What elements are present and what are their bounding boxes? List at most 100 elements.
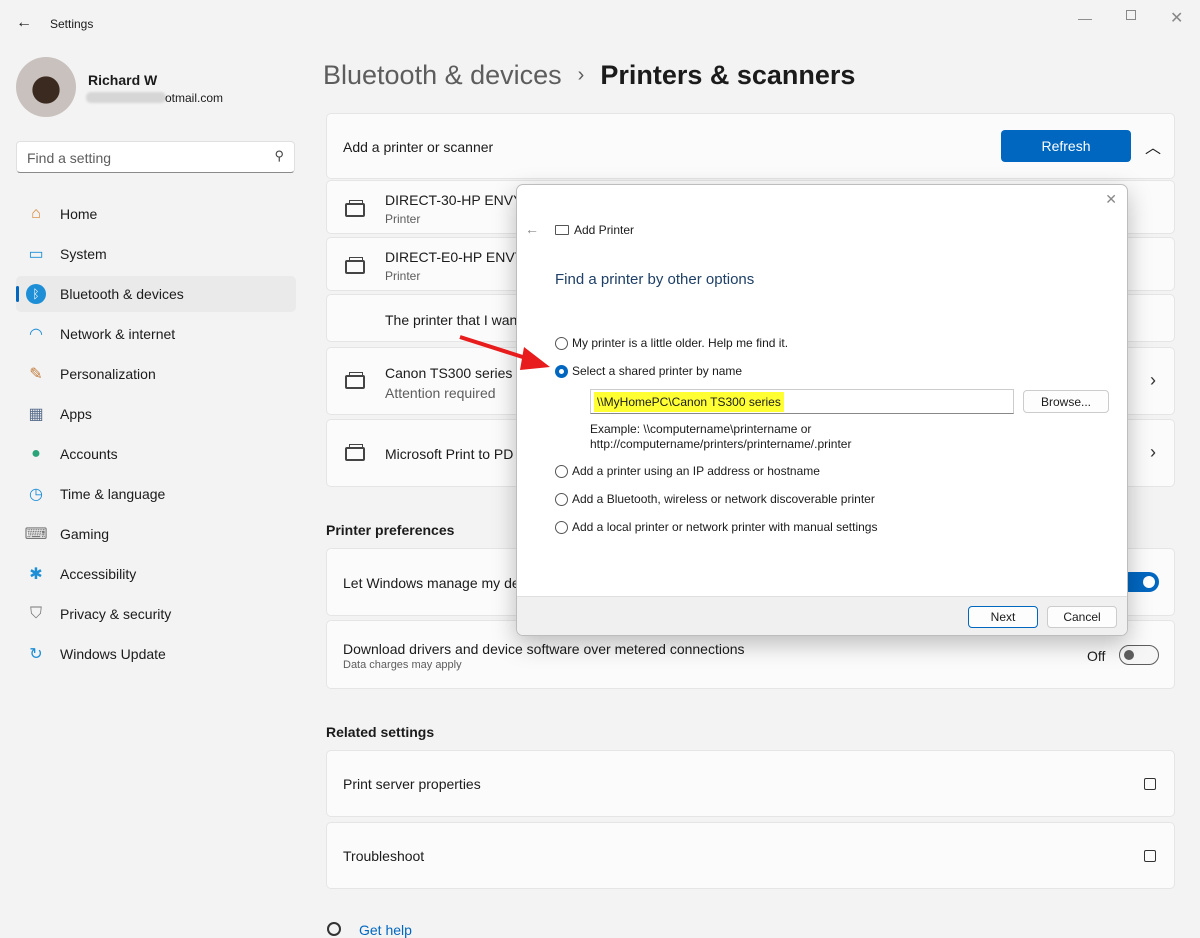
dialog-heading: Find a printer by other options: [555, 271, 755, 288]
printer-name: DIRECT-30-HP ENVY: [385, 192, 523, 208]
sidebar-item-label: Privacy & security: [60, 606, 172, 622]
chevron-right-icon: ›: [1150, 442, 1156, 462]
dialog-back-icon[interactable]: ←: [525, 221, 539, 237]
printer-icon: [345, 444, 365, 461]
close-icon[interactable]: ✕: [1170, 8, 1183, 28]
sidebar-item-label: Bluetooth & devices: [60, 286, 184, 302]
bluetooth-icon: ᛒ: [26, 284, 46, 304]
sidebar-item-home[interactable]: ⌂ Home: [16, 196, 296, 232]
sidebar-item-label: Time & language: [60, 486, 166, 502]
option-shared-printer[interactable]: Select a shared printer by name: [555, 364, 742, 378]
sidebar-item-network-internet[interactable]: ◠ Network & internet: [16, 316, 296, 352]
troubleshoot-link[interactable]: Troubleshoot: [326, 822, 1175, 889]
sidebar-item-bluetooth-devices[interactable]: ᛒ Bluetooth & devices: [16, 276, 296, 312]
email-redaction: [86, 92, 166, 103]
wifi-icon: ◠: [29, 326, 43, 343]
sidebar-item-label: Gaming: [60, 526, 110, 542]
title-bar: ← Settings — ✕: [0, 0, 1200, 48]
sidebar-item-system[interactable]: ▭ System: [16, 236, 296, 272]
clock-icon: ◷: [29, 486, 43, 503]
printer-icon: [345, 200, 365, 217]
sidebar-item-accounts[interactable]: ● Accounts: [16, 436, 296, 472]
window-title: Settings: [50, 17, 94, 31]
breadcrumb-separator: ›: [577, 64, 585, 86]
sidebar-item-time-language[interactable]: ◷ Time & language: [16, 476, 296, 512]
accessibility-icon: ✱: [29, 566, 43, 583]
radio-button[interactable]: [555, 464, 568, 478]
printer-name: DIRECT-E0-HP ENVY: [385, 249, 524, 265]
metered-label: Download drivers and device software ove…: [343, 641, 745, 657]
option-discoverable[interactable]: Add a Bluetooth, wireless or network dis…: [555, 492, 875, 506]
back-icon[interactable]: ←: [16, 14, 32, 32]
sidebar-item-personalization[interactable]: ✎ Personalization: [16, 356, 296, 392]
minimize-icon[interactable]: —: [1078, 10, 1092, 26]
system-icon: ▭: [28, 246, 44, 263]
printer-icon: [345, 257, 365, 274]
user-email: otmail.com: [165, 91, 224, 105]
dialog-footer: Next Cancel: [517, 596, 1127, 635]
manage-default-label: Let Windows manage my de: [343, 575, 520, 591]
example-text: http://computername/printers/printername…: [590, 437, 852, 451]
option-label: Add a printer using an IP address or hos…: [572, 464, 820, 478]
shield-icon: ⛉: [29, 605, 42, 622]
sidebar-item-label: Windows Update: [60, 646, 166, 662]
option-label: Add a local printer or network printer w…: [572, 520, 878, 534]
print-server-properties-link[interactable]: Print server properties: [326, 750, 1175, 817]
gamepad-icon: ⌨: [24, 526, 48, 543]
next-button[interactable]: Next: [968, 606, 1038, 628]
option-label: Select a shared printer by name: [572, 364, 743, 378]
metered-toggle[interactable]: [1119, 645, 1159, 665]
user-name: Richard W: [88, 72, 158, 88]
shared-printer-input[interactable]: \\MyHomePC\Canon TS300 series: [590, 389, 1014, 414]
external-link-icon: [1144, 850, 1156, 862]
sidebar-item-apps[interactable]: ▦ Apps: [16, 396, 296, 432]
printer-status: Attention required: [385, 385, 496, 401]
avatar[interactable]: [16, 57, 76, 117]
metered-sub: Data charges may apply: [343, 659, 462, 671]
print-server-label: Print server properties: [343, 776, 481, 792]
accounts-icon: ●: [31, 445, 41, 462]
sidebar-item-label: Personalization: [60, 366, 156, 382]
dialog-close-icon[interactable]: ✕: [1105, 191, 1117, 208]
brush-icon: ✎: [29, 366, 43, 383]
sidebar-item-accessibility[interactable]: ✱ Accessibility: [16, 556, 296, 592]
sidebar-item-gaming[interactable]: ⌨ Gaming: [16, 516, 296, 552]
related-settings-heading: Related settings: [326, 724, 435, 740]
apps-icon: ▦: [28, 406, 44, 423]
metered-state: Off: [1087, 648, 1106, 664]
cancel-button[interactable]: Cancel: [1047, 606, 1117, 628]
add-printer-dialog: ✕ ← Add Printer Find a printer by other …: [516, 184, 1128, 636]
printer-icon: [345, 372, 365, 389]
radio-button[interactable]: [555, 520, 568, 534]
external-link-icon: [1144, 778, 1156, 790]
search-placeholder: Find a setting: [27, 150, 112, 166]
breadcrumb-parent[interactable]: Bluetooth & devices: [323, 60, 562, 91]
sidebar-item-windows-update[interactable]: ↻ Windows Update: [16, 636, 296, 672]
add-printer-card: Add a printer or scanner Refresh ︿: [326, 113, 1175, 179]
option-local-manual[interactable]: Add a local printer or network printer w…: [555, 520, 877, 534]
option-ip-address[interactable]: Add a printer using an IP address or hos…: [555, 464, 820, 478]
option-label: Add a Bluetooth, wireless or network dis…: [572, 492, 875, 506]
printer-type: Printer: [385, 269, 421, 283]
get-help-link[interactable]: Get help: [359, 922, 412, 938]
sidebar-item-label: Accounts: [60, 446, 118, 462]
printer-icon: [555, 225, 569, 235]
option-older-printer[interactable]: My printer is a little older. Help me fi…: [555, 336, 788, 350]
printer-preferences-heading: Printer preferences: [326, 522, 455, 538]
search-input[interactable]: Find a setting ⚲: [16, 141, 295, 173]
search-icon: ⚲: [274, 148, 284, 163]
selection-indicator: [16, 286, 19, 302]
maximize-icon[interactable]: [1126, 10, 1136, 20]
sidebar-item-privacy-security[interactable]: ⛉ Privacy & security: [16, 596, 296, 632]
printer-type: Printer: [385, 212, 421, 226]
radio-button[interactable]: [555, 492, 568, 506]
refresh-button[interactable]: Refresh: [1001, 130, 1131, 162]
chevron-up-icon[interactable]: ︿: [1145, 134, 1161, 158]
sidebar-item-label: Home: [60, 206, 98, 222]
breadcrumb: Bluetooth & devices › Printers & scanner…: [323, 60, 855, 91]
dialog-title: Add Printer: [574, 223, 635, 237]
browse-button[interactable]: Browse...: [1023, 390, 1109, 413]
troubleshoot-label: Troubleshoot: [343, 848, 425, 864]
sidebar-item-label: Accessibility: [60, 566, 137, 582]
sidebar-item-label: Apps: [60, 406, 92, 422]
